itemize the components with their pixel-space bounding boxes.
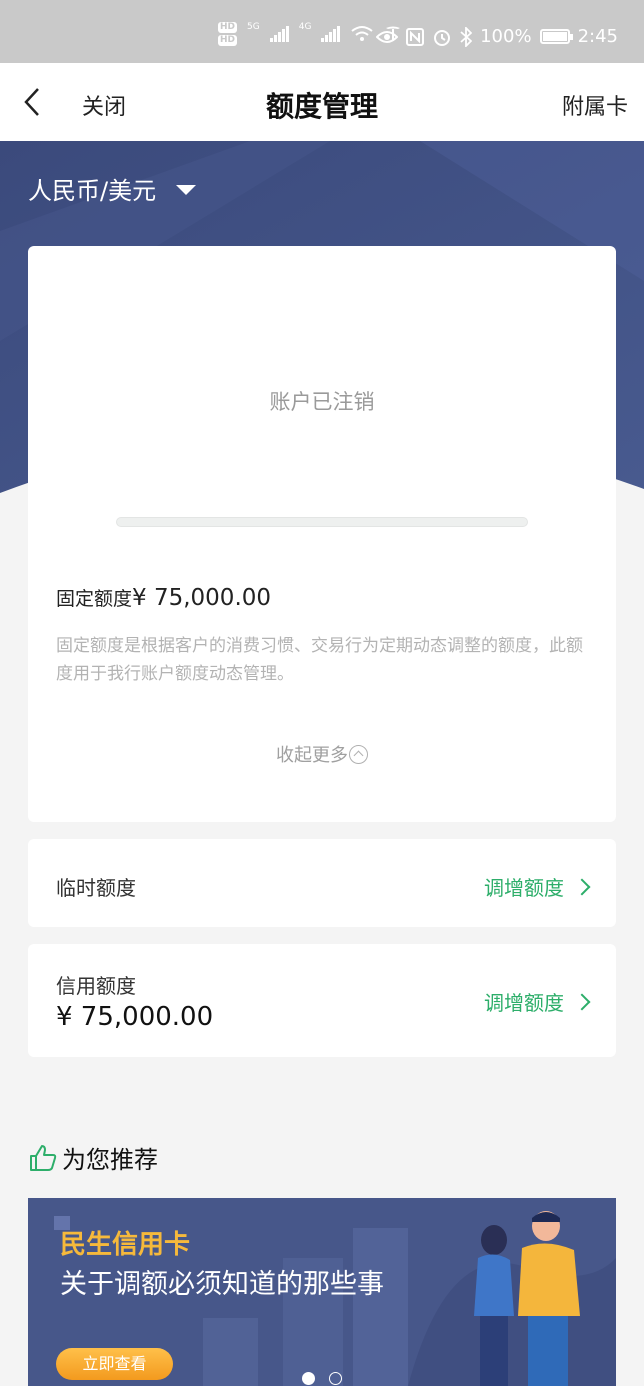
dropdown-caret-icon — [176, 184, 197, 195]
thumbs-up-icon — [30, 1144, 57, 1171]
credit-limit-card: 信用额度 ¥ 75,000.00 调增额度 — [28, 944, 616, 1057]
carousel-dot[interactable] — [329, 1372, 342, 1385]
carousel-indicator — [0, 1372, 644, 1385]
hd-icon: HD HD — [218, 22, 238, 46]
clock: 2:45 — [577, 26, 618, 47]
banner-brand: 民生信用卡 — [60, 1230, 191, 1260]
credit-limit-increase-button[interactable]: 调增额度 — [484, 987, 591, 1016]
temporary-limit-label: 临时额度 — [56, 876, 136, 900]
credit-limit-label: 信用额度 — [56, 974, 136, 998]
collapse-more-label: 收起更多 — [276, 745, 348, 766]
network-indicators: HD HD 5G 4G — [218, 22, 402, 46]
page-title: 额度管理 — [265, 90, 378, 123]
battery-icon — [539, 29, 573, 44]
increase-limit-label: 调增额度 — [484, 876, 564, 900]
fixed-limit-line: 固定额度¥ 75,000.00 — [56, 584, 271, 611]
recommend-section-title: 为您推荐 — [28, 1140, 158, 1175]
account-status-text: 账户已注销 — [269, 390, 375, 414]
bluetooth-icon — [460, 26, 473, 47]
battery-percent: 100% — [480, 26, 532, 47]
currency-label: 人民币/美元 — [28, 177, 157, 205]
supplementary-card-button[interactable]: 附属卡 — [562, 89, 628, 121]
chevron-right-icon — [573, 878, 591, 895]
fixed-limit-amount: ¥ 75,000.00 — [132, 585, 272, 611]
status-bar: HD HD 5G 4G 100% 2:45 — [0, 0, 644, 63]
alarm-icon — [434, 29, 451, 46]
wifi-icon — [351, 26, 374, 41]
nfc-icon — [406, 27, 425, 46]
carousel-dot-active[interactable] — [302, 1372, 315, 1385]
promo-banner[interactable]: 民生信用卡 关于调额必须知道的那些事 立即查看 — [28, 1198, 616, 1386]
collapse-more-button[interactable]: 收起更多 — [28, 741, 616, 767]
fixed-limit-label: 固定额度 — [56, 588, 133, 610]
eye-icon — [376, 30, 399, 43]
hd-badge: HD — [218, 22, 238, 33]
network-5g-label: 5G — [247, 22, 260, 32]
network-4g-label: 4G — [298, 22, 312, 32]
temporary-limit-card: 临时额度 调增额度 — [28, 839, 616, 927]
credit-limit-amount: ¥ 75,000.00 — [56, 1002, 214, 1032]
increase-limit-label: 调增额度 — [484, 991, 564, 1015]
recommend-title-label: 为您推荐 — [62, 1146, 158, 1174]
system-indicators: 100% 2:45 — [376, 26, 618, 47]
banner-headline: 关于调额必须知道的那些事 — [60, 1269, 384, 1300]
chevron-right-icon — [573, 993, 591, 1010]
limit-progress-bar — [116, 517, 528, 527]
fixed-limit-description: 固定额度是根据客户的消费习惯、交易行为定期动态调整的额度，此额度用于我行账户额度… — [56, 636, 583, 684]
nav-bar: 关闭 额度管理 附属卡 — [0, 63, 644, 141]
currency-selector[interactable]: 人民币/美元 — [28, 171, 197, 206]
signal-icon — [269, 26, 289, 42]
signal-icon — [321, 26, 341, 42]
hd-badge: HD — [218, 35, 238, 46]
temporary-limit-increase-button[interactable]: 调增额度 — [484, 872, 591, 901]
fixed-limit-card: 账户已注销 固定额度¥ 75,000.00 固定额度是根据客户的消费习惯、交易行… — [28, 246, 616, 822]
chevron-up-icon — [349, 745, 368, 764]
